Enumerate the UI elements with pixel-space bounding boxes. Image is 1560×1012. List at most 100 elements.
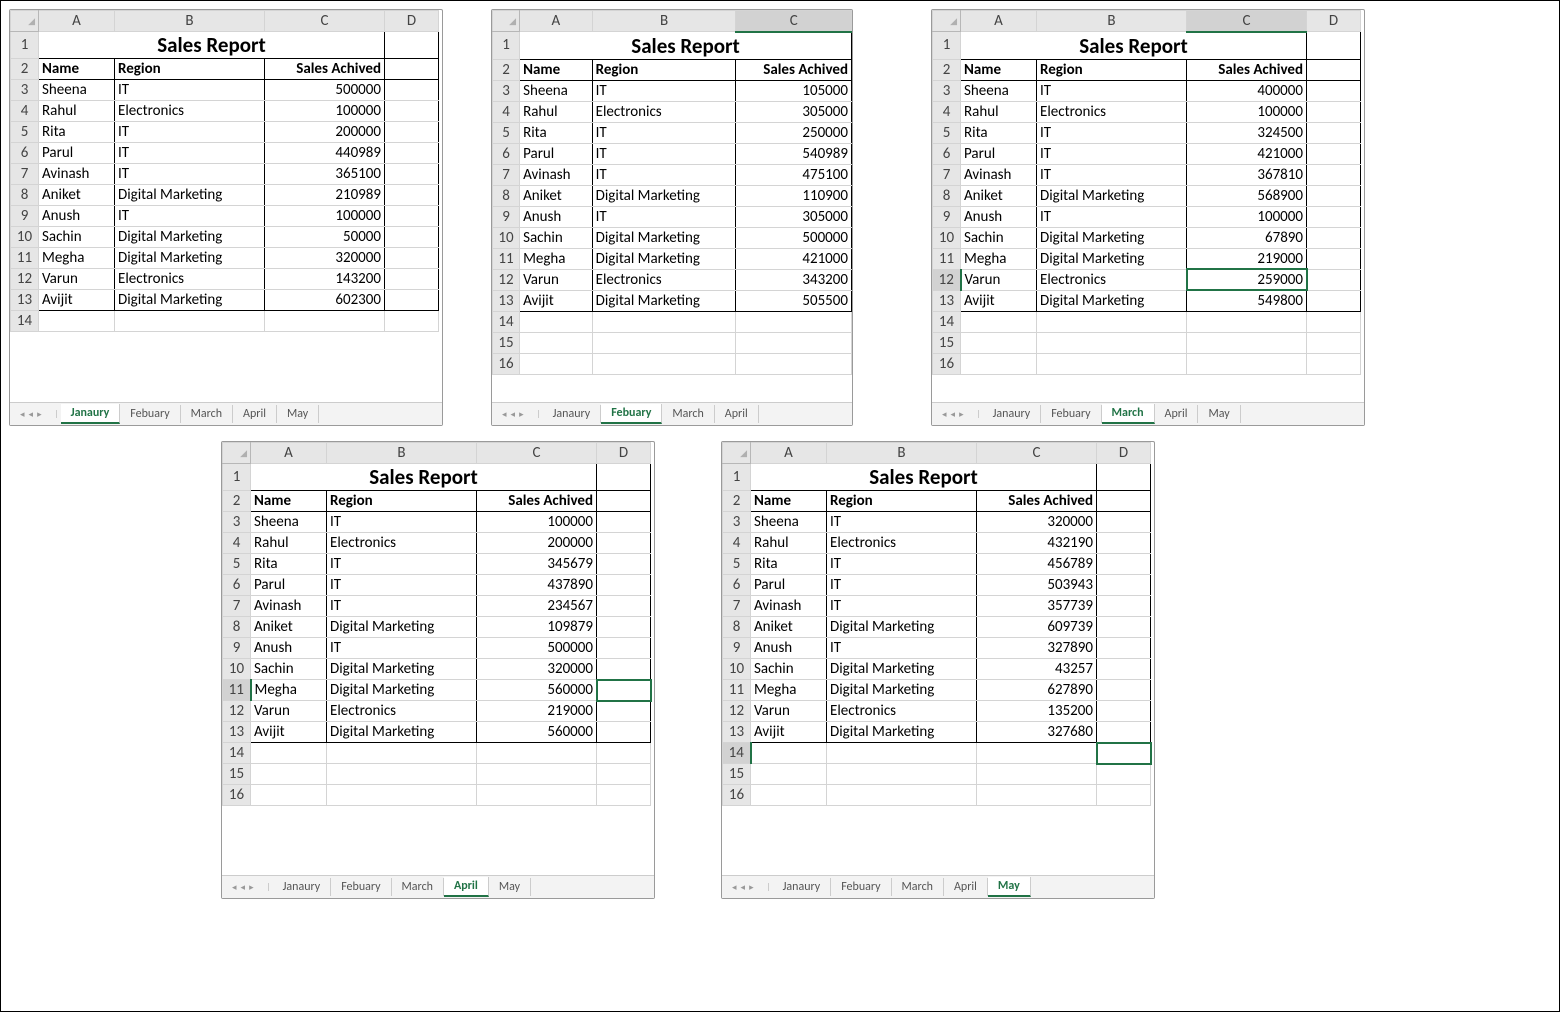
- row-header[interactable]: 1: [933, 32, 961, 60]
- column-title[interactable]: Name: [751, 491, 827, 512]
- cell[interactable]: 367810: [1187, 164, 1307, 185]
- row-header[interactable]: 9: [493, 206, 520, 227]
- sheet-tab-may[interactable]: May: [1198, 405, 1240, 423]
- cell[interactable]: [597, 575, 651, 596]
- cell[interactable]: Sheena: [520, 80, 593, 101]
- cell[interactable]: 100000: [265, 101, 385, 122]
- sheet-tab-janaury[interactable]: Janaury: [61, 404, 121, 424]
- cell[interactable]: [597, 464, 651, 491]
- cell[interactable]: 110900: [736, 185, 852, 206]
- col-header-C[interactable]: C: [736, 11, 852, 32]
- row-header[interactable]: 4: [723, 533, 751, 554]
- row-header[interactable]: 3: [11, 80, 39, 101]
- cell[interactable]: Digital Marketing: [1037, 290, 1187, 311]
- row-header[interactable]: 6: [493, 143, 520, 164]
- tab-nav-prev-icon[interactable]: ◂: [951, 409, 956, 420]
- cell[interactable]: 421000: [1187, 143, 1307, 164]
- sheet-tab-march[interactable]: March: [1102, 404, 1155, 424]
- cell[interactable]: Rahul: [39, 101, 115, 122]
- cell[interactable]: 320000: [977, 512, 1097, 533]
- cell[interactable]: Avijit: [251, 722, 327, 743]
- cell[interactable]: 602300: [265, 290, 385, 311]
- cell[interactable]: [1307, 185, 1361, 206]
- row-header[interactable]: 9: [723, 638, 751, 659]
- cell[interactable]: Electronics: [327, 701, 477, 722]
- cell[interactable]: 100000: [477, 512, 597, 533]
- cell[interactable]: Aniket: [751, 617, 827, 638]
- cell[interactable]: 357739: [977, 596, 1097, 617]
- cell[interactable]: [1097, 701, 1151, 722]
- col-header-C[interactable]: C: [1187, 11, 1307, 32]
- cell[interactable]: Parul: [520, 143, 593, 164]
- spreadsheet-grid[interactable]: ◢ABCD1Sales Report2NameRegionSales Achiv…: [10, 10, 439, 332]
- sheet-tab-april[interactable]: April: [944, 878, 988, 896]
- tab-nav-prev-icon[interactable]: ◂: [241, 882, 246, 893]
- cell[interactable]: 432190: [977, 533, 1097, 554]
- cell[interactable]: 234567: [477, 596, 597, 617]
- cell[interactable]: 475100: [736, 164, 852, 185]
- cell[interactable]: Sheena: [251, 512, 327, 533]
- tab-nav-prev-icon[interactable]: ◂: [29, 409, 34, 420]
- cell[interactable]: [597, 659, 651, 680]
- cell[interactable]: Parul: [961, 143, 1037, 164]
- row-header[interactable]: 15: [223, 764, 251, 785]
- cell[interactable]: [597, 533, 651, 554]
- sheet-tab-janaury[interactable]: Janaury: [543, 405, 602, 423]
- column-title[interactable]: Sales Achived: [736, 59, 852, 80]
- row-header[interactable]: 12: [723, 701, 751, 722]
- cell[interactable]: 324500: [1187, 122, 1307, 143]
- sheet-tab-janaury[interactable]: Janaury: [773, 878, 832, 896]
- row-header[interactable]: 9: [11, 206, 39, 227]
- cell[interactable]: Digital Marketing: [115, 290, 265, 311]
- row-header[interactable]: 6: [723, 575, 751, 596]
- col-header-C[interactable]: C: [265, 11, 385, 32]
- cell[interactable]: [520, 311, 593, 332]
- row-header[interactable]: 13: [11, 290, 39, 311]
- column-title[interactable]: Name: [251, 491, 327, 512]
- cell[interactable]: [751, 743, 827, 764]
- cell[interactable]: 400000: [1187, 80, 1307, 101]
- row-header[interactable]: 13: [493, 290, 520, 311]
- col-header-B[interactable]: B: [827, 443, 977, 464]
- cell[interactable]: [39, 311, 115, 332]
- cell[interactable]: 540989: [736, 143, 852, 164]
- report-title[interactable]: Sales Report: [39, 32, 385, 59]
- row-header[interactable]: 6: [223, 575, 251, 596]
- cell[interactable]: Anush: [520, 206, 593, 227]
- report-title[interactable]: Sales Report: [520, 32, 852, 60]
- cell[interactable]: 500000: [736, 227, 852, 248]
- row-header[interactable]: 11: [723, 680, 751, 701]
- cell[interactable]: [385, 59, 439, 80]
- sheet-tab-febuary[interactable]: Febuary: [120, 405, 180, 423]
- cell[interactable]: Rahul: [520, 101, 593, 122]
- row-header[interactable]: 1: [493, 32, 520, 60]
- row-header[interactable]: 10: [223, 659, 251, 680]
- cell[interactable]: [1307, 227, 1361, 248]
- cell[interactable]: [592, 332, 736, 353]
- row-header[interactable]: 7: [493, 164, 520, 185]
- tab-nav-next-icon[interactable]: ▸: [37, 409, 42, 420]
- row-header[interactable]: 6: [933, 143, 961, 164]
- cell[interactable]: [827, 764, 977, 785]
- cell[interactable]: Digital Marketing: [592, 248, 736, 269]
- row-header[interactable]: 12: [933, 269, 961, 290]
- select-all-corner[interactable]: ◢: [493, 11, 520, 32]
- cell[interactable]: [1187, 353, 1307, 374]
- cell[interactable]: 549800: [1187, 290, 1307, 311]
- select-all-corner[interactable]: ◢: [723, 443, 751, 464]
- cell[interactable]: Avijit: [520, 290, 593, 311]
- sheet-tab-janaury[interactable]: Janaury: [983, 405, 1042, 423]
- row-header[interactable]: 8: [723, 617, 751, 638]
- cell[interactable]: Digital Marketing: [827, 722, 977, 743]
- sheet-tab-april[interactable]: April: [233, 405, 277, 423]
- cell[interactable]: [1097, 617, 1151, 638]
- row-header[interactable]: 6: [11, 143, 39, 164]
- cell[interactable]: 327890: [977, 638, 1097, 659]
- sheet-tab-may[interactable]: May: [277, 405, 319, 423]
- row-header[interactable]: 16: [223, 785, 251, 806]
- cell[interactable]: Rita: [961, 122, 1037, 143]
- cell[interactable]: Avinash: [39, 164, 115, 185]
- cell[interactable]: [1097, 512, 1151, 533]
- sheet-tab-janaury[interactable]: Janaury: [273, 878, 332, 896]
- row-header[interactable]: 14: [493, 311, 520, 332]
